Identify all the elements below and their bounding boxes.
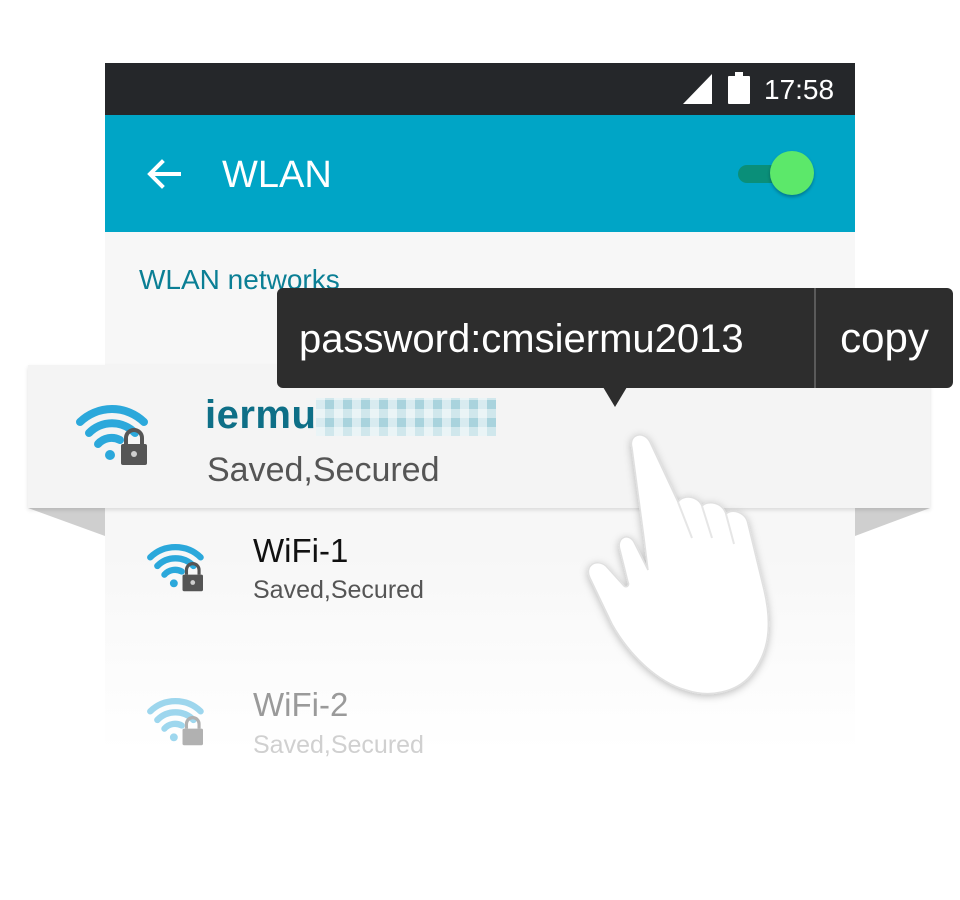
arrow-left-icon[interactable]: [145, 155, 183, 193]
network-row-wifi-1[interactable]: [105, 520, 855, 630]
network-ssid: WiFi-2: [253, 686, 349, 723]
network-row-wifi-2[interactable]: [105, 670, 855, 760]
ssid-text: iermu: [205, 393, 317, 437]
network-status: Saved,Secured: [253, 731, 424, 759]
copy-button[interactable]: copy: [816, 288, 953, 388]
page-title: WLAN: [222, 154, 332, 196]
screen: 17:58 WLAN WLAN networks WiFi-1 Saved,Se…: [0, 0, 960, 900]
ssid-obscured-pixelation: [316, 398, 497, 436]
toggle-thumb: [770, 151, 814, 195]
cell-signal-icon: [683, 74, 712, 104]
wifi-lock-icon: [147, 543, 204, 592]
status-time: 17:58: [764, 74, 835, 105]
row-fold-shadow-right: [855, 508, 930, 536]
password-text: password:cmsiermu2013: [299, 317, 744, 361]
wifi-lock-icon: [76, 405, 148, 465]
wifi-lock-icon: [147, 697, 204, 746]
network-ssid-selected: iermu: [205, 390, 497, 440]
wlan-toggle[interactable]: [736, 150, 820, 198]
battery-icon: [728, 72, 750, 104]
popup-pointer: [603, 387, 627, 407]
network-status: Saved,Secured: [253, 576, 424, 604]
network-ssid: WiFi-1: [253, 532, 349, 569]
row-fold-shadow-left: [28, 508, 105, 536]
network-status-selected: Saved,Secured: [207, 451, 440, 489]
